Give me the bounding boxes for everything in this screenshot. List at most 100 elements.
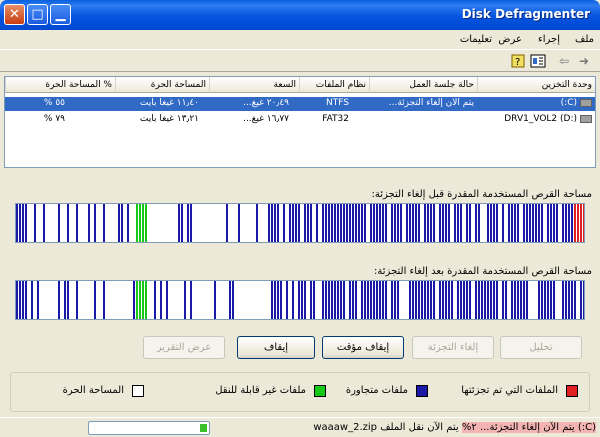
cluster-block xyxy=(562,281,564,319)
cluster-block xyxy=(457,204,459,242)
cluster-block xyxy=(451,281,453,319)
cluster-block xyxy=(190,204,192,242)
cluster-block xyxy=(355,281,357,319)
cluster-block xyxy=(583,204,584,242)
cluster-block xyxy=(343,204,345,242)
cluster-block xyxy=(514,281,516,319)
cluster-block xyxy=(571,281,573,319)
cluster-block xyxy=(547,204,549,242)
menu-help[interactable]: تعليمات xyxy=(460,34,492,45)
cluster-block xyxy=(67,281,69,319)
cluster-block xyxy=(361,204,363,242)
cluster-block xyxy=(154,281,156,319)
cluster-block xyxy=(145,204,147,242)
col-header-free-space[interactable]: المساحة الحرة xyxy=(115,77,209,93)
minimize-button[interactable]: ▁ xyxy=(50,4,71,25)
cluster-block xyxy=(88,204,90,242)
close-button[interactable]: ✕ xyxy=(4,4,25,25)
cluster-block xyxy=(580,204,582,242)
analyze-button[interactable]: تحليل xyxy=(500,336,582,359)
cluster-block xyxy=(541,281,543,319)
cluster-block xyxy=(313,281,315,319)
cluster-block xyxy=(460,204,462,242)
volume-name: DRV1_VOL2 (D:) xyxy=(480,114,592,124)
pause-button[interactable]: إيقاف مؤقت xyxy=(322,336,404,359)
cluster-block xyxy=(385,281,387,319)
legend: الملفات التي تم تجزئتها ملفات متجاورة مل… xyxy=(10,372,590,412)
cluster-block xyxy=(316,204,318,242)
cluster-block xyxy=(25,281,27,319)
cluster-block xyxy=(361,281,363,319)
cluster-block xyxy=(370,281,372,319)
cluster-block xyxy=(307,204,309,242)
col-header-capacity[interactable]: السعة xyxy=(209,77,299,93)
cluster-block xyxy=(310,204,312,242)
menu-file[interactable]: ملف xyxy=(575,34,594,45)
cluster-block xyxy=(334,281,336,319)
cluster-block xyxy=(328,204,330,242)
cluster-block xyxy=(229,281,231,319)
cluster-block xyxy=(301,281,303,319)
cluster-block xyxy=(562,204,564,242)
cluster-block xyxy=(322,204,324,242)
back-icon[interactable]: ➜ xyxy=(576,53,592,69)
cluster-block xyxy=(406,204,408,242)
cluster-block xyxy=(427,281,429,319)
cluster-block xyxy=(142,204,144,242)
status-current-file: يتم الآن نقل الملف waaaw_2.zip xyxy=(313,422,462,433)
cluster-block xyxy=(424,204,426,242)
volume-list: وحدة التخزين حالة جلسة العمل نظام الملفا… xyxy=(4,76,596,168)
cluster-block xyxy=(238,204,240,242)
defragment-button[interactable]: إلغاء التجزئة xyxy=(412,336,494,359)
cluster-block xyxy=(94,204,96,242)
cluster-block xyxy=(22,204,24,242)
volume-percent-free: ٧٩ % xyxy=(43,114,65,124)
cluster-block xyxy=(139,281,141,319)
cluster-block xyxy=(550,281,552,319)
cluster-block xyxy=(376,281,378,319)
cluster-block xyxy=(184,281,186,319)
menu-view[interactable]: عرض xyxy=(498,34,522,45)
cluster-block xyxy=(37,281,39,319)
cluster-block xyxy=(268,204,270,242)
volume-row[interactable]: DRV1_VOL2 (D:) FAT32 ١٦٫٧٧ غيغ... ١٣٫٢١ … xyxy=(5,113,595,127)
maximize-button[interactable]: □ xyxy=(27,4,48,25)
progress-bar xyxy=(88,421,210,435)
cluster-block xyxy=(511,204,513,242)
help-icon[interactable]: ? xyxy=(510,53,526,69)
cluster-block xyxy=(379,204,381,242)
volume-free: ١٣٫٢١ غيغا بايت xyxy=(139,114,199,124)
cluster-block xyxy=(466,204,468,242)
volume-status: يتم الآن إلغاء التجزئة... xyxy=(388,98,474,108)
cluster-block xyxy=(565,204,567,242)
view-report-button[interactable]: عرض التقرير xyxy=(143,336,225,359)
drive-icon xyxy=(580,98,592,107)
cluster-block xyxy=(502,281,504,319)
col-header-volume[interactable]: وحدة التخزين xyxy=(477,77,595,93)
legend-unmovable: ملفات غير قابلة للنقل xyxy=(215,385,306,396)
cluster-block xyxy=(487,204,489,242)
volume-row[interactable]: (C:) يتم الآن إلغاء التجزئة... NTFS ٢٠٫٤… xyxy=(5,97,595,111)
cluster-block xyxy=(520,281,522,319)
cluster-block xyxy=(553,204,555,242)
properties-icon[interactable] xyxy=(530,53,546,69)
cluster-block xyxy=(16,204,18,242)
cluster-block xyxy=(475,204,477,242)
volume-percent-free: ٥٥ % xyxy=(43,98,65,108)
stop-button[interactable]: إيقاف xyxy=(237,336,315,359)
col-header-status[interactable]: حالة جلسة العمل xyxy=(369,77,477,93)
cluster-block xyxy=(139,204,141,242)
col-header-percent-free[interactable]: % المساحة الحرة xyxy=(5,77,115,93)
forward-icon[interactable]: ⇦ xyxy=(556,53,572,69)
cluster-block xyxy=(334,204,336,242)
cluster-block xyxy=(439,204,441,242)
col-header-filesystem[interactable]: نظام الملفات xyxy=(299,77,369,93)
cluster-block xyxy=(121,204,123,242)
cluster-block xyxy=(292,204,294,242)
cluster-block xyxy=(58,281,60,319)
cluster-block xyxy=(448,281,450,319)
cluster-block xyxy=(283,204,285,242)
cluster-block xyxy=(442,281,444,319)
cluster-block xyxy=(580,281,582,319)
menu-action[interactable]: إجراء xyxy=(538,34,560,45)
